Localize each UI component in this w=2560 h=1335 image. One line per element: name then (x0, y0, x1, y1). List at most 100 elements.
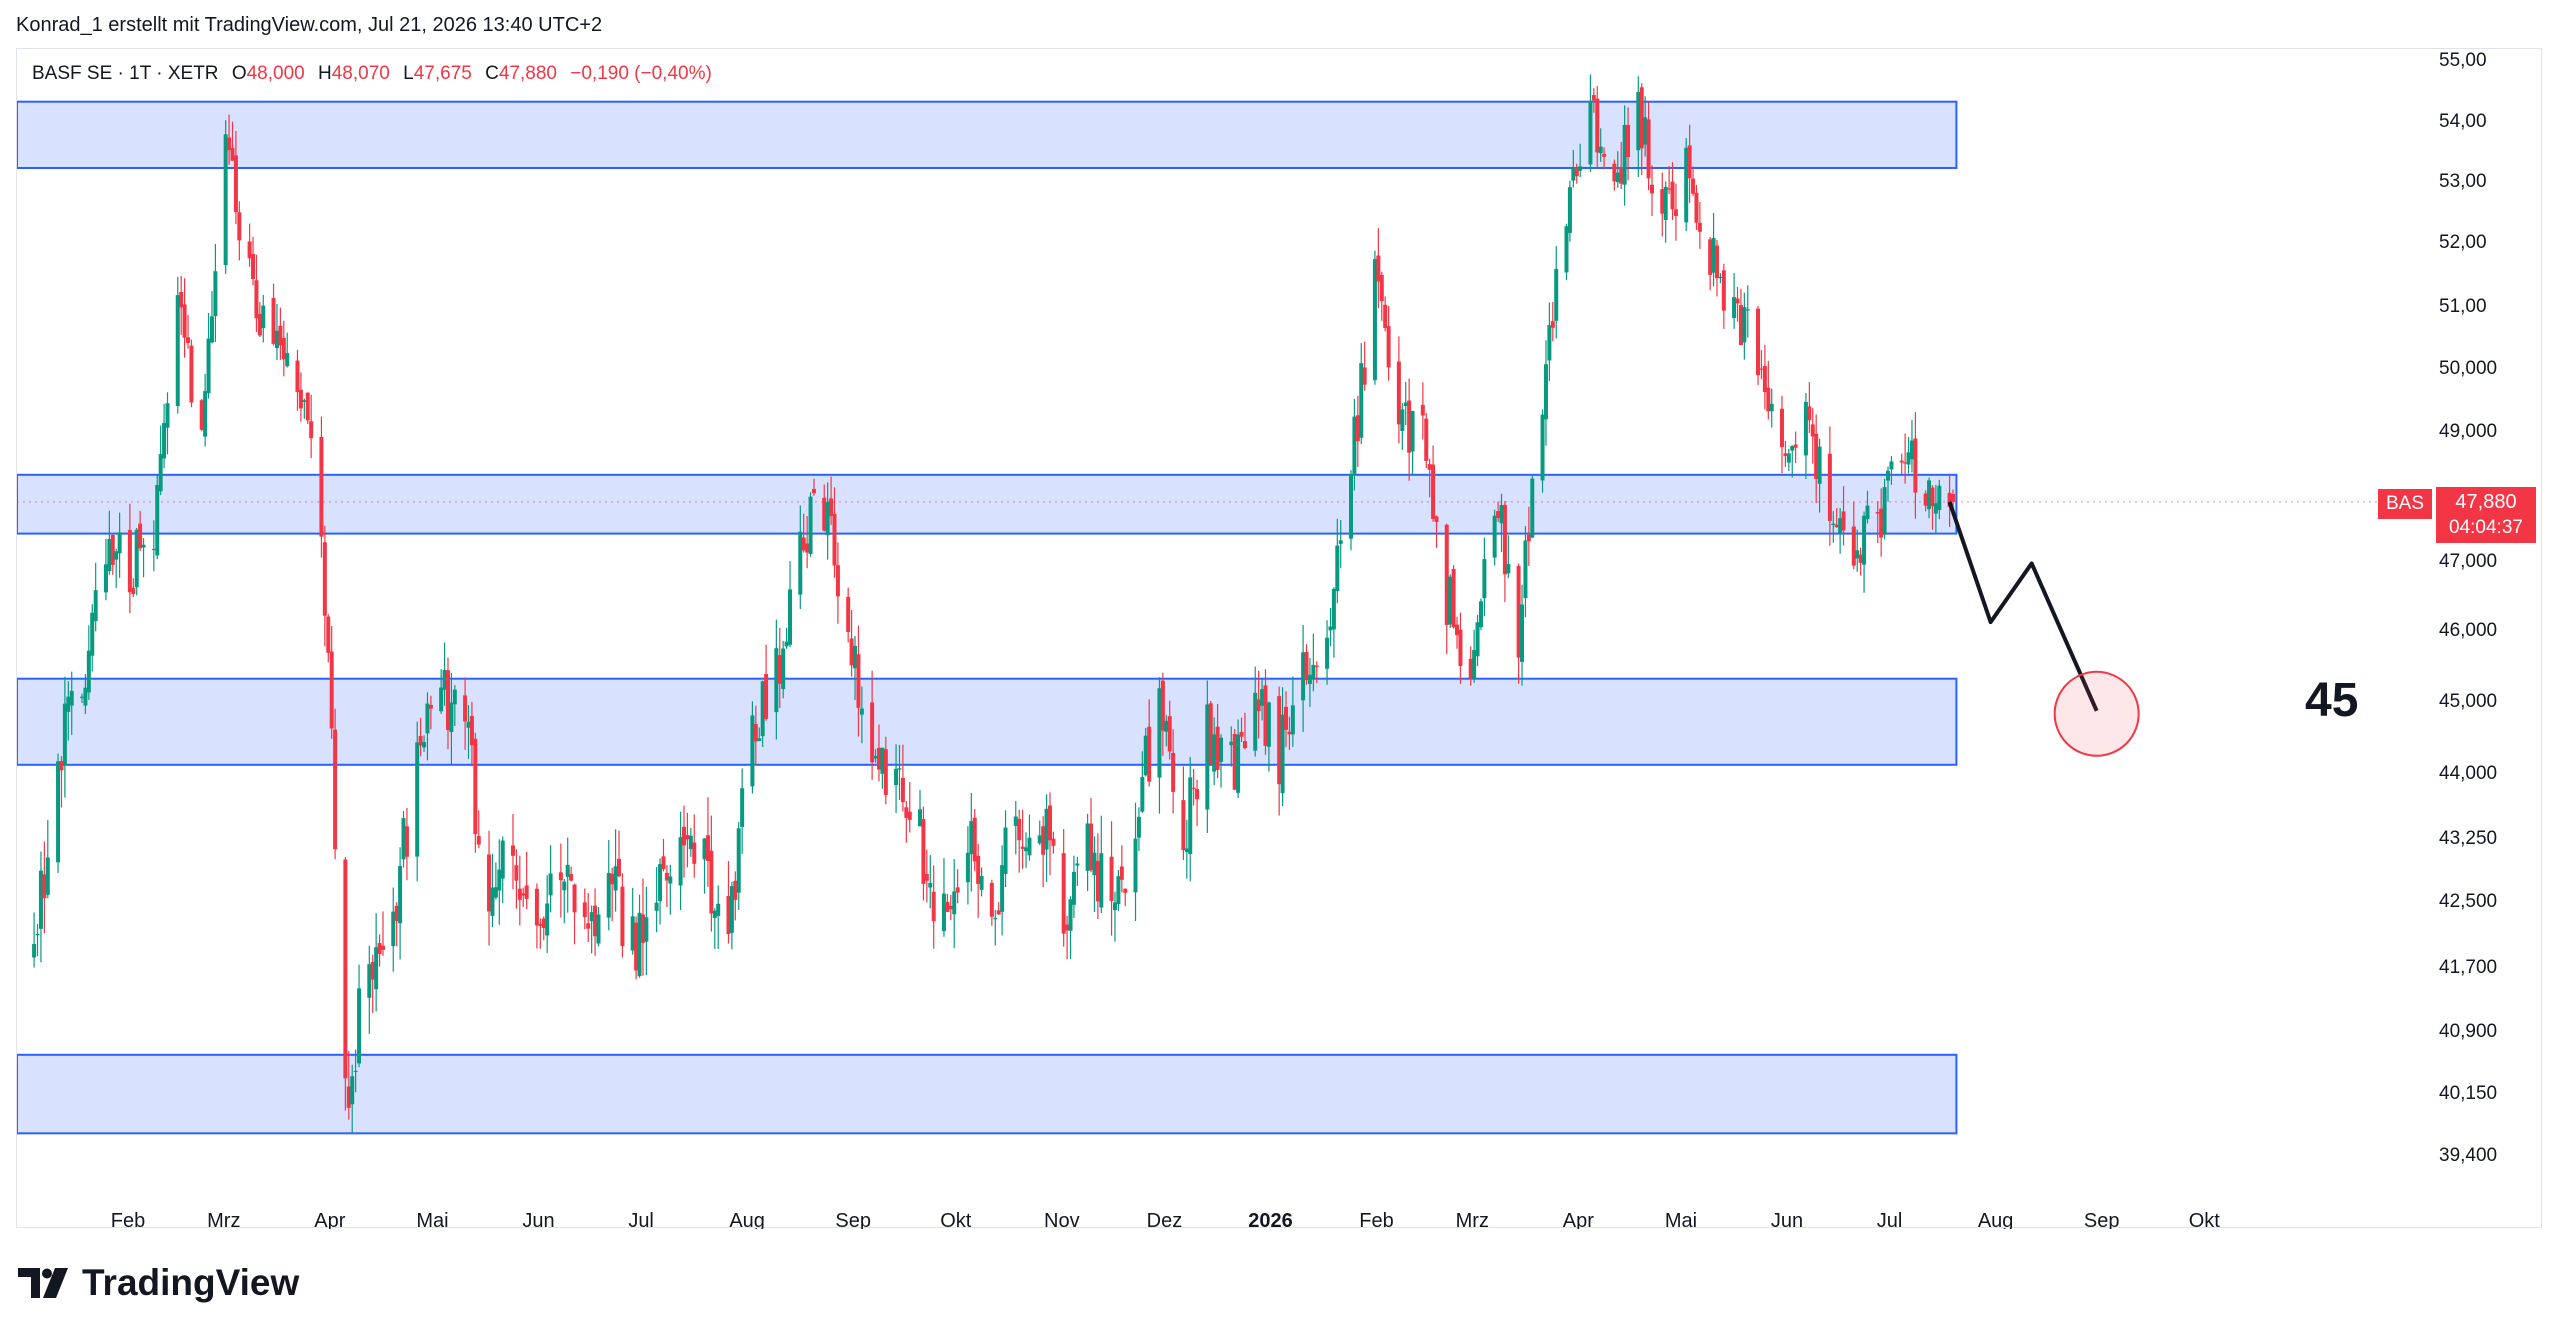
candle-body (688, 835, 693, 850)
candle-body (274, 330, 279, 349)
candle-body (1263, 685, 1268, 746)
candle-body (1865, 505, 1870, 520)
candle-body (1687, 145, 1692, 179)
candle-body (162, 422, 167, 459)
candle-body (209, 316, 214, 343)
x-axis-tick-label: Feb (111, 1210, 145, 1229)
candle-body (1899, 460, 1904, 463)
y-axis-tick-label: 51,00 (2439, 296, 2487, 317)
y-axis-tick-label: 43,250 (2439, 828, 2497, 849)
candle-body (367, 964, 372, 998)
candle-body (1745, 309, 1750, 311)
candle-body (343, 859, 348, 1079)
candle-body (846, 596, 851, 633)
candle-body (38, 870, 43, 929)
candle-body (1089, 823, 1094, 871)
candle-body (1379, 274, 1384, 302)
legend-symbol: BASF SE · 1T · XETR (32, 63, 219, 84)
candle-body (1160, 680, 1165, 731)
legend-close-label: C (485, 63, 499, 84)
y-axis-tick-label: 47,000 (2439, 551, 2497, 572)
candle-body (572, 884, 577, 913)
candle-body (1458, 629, 1463, 666)
candle-body (541, 918, 546, 929)
candle-body (1756, 308, 1761, 376)
candle-body (726, 896, 731, 935)
candle-body (1499, 505, 1504, 524)
candle-body (1047, 805, 1052, 841)
candle-body (969, 821, 974, 855)
candle-body (1420, 404, 1425, 416)
candle-body (593, 905, 598, 937)
candle-body (1195, 789, 1200, 800)
candle-body (213, 271, 218, 317)
candle-body (907, 811, 912, 820)
candle-body (880, 747, 885, 774)
candle-body (103, 564, 108, 593)
candle-body (1502, 504, 1507, 575)
candle-body (1933, 503, 1938, 514)
candle-body (681, 826, 686, 846)
candle-body (1325, 637, 1330, 669)
candle-body (452, 689, 457, 705)
candle-body (1927, 480, 1932, 510)
candle-body (165, 403, 170, 428)
candle-body (740, 788, 745, 827)
candle-body (1735, 298, 1740, 304)
candle-body (305, 392, 310, 421)
candle-body (1171, 752, 1176, 792)
tradingview-brand: TradingView (82, 1262, 300, 1303)
candle-body (569, 874, 574, 881)
candle-body (117, 532, 122, 554)
candle-body (295, 360, 300, 393)
candle-body (524, 885, 529, 899)
candle-body (155, 485, 160, 556)
candle-body (1834, 524, 1839, 528)
tradingview-logo[interactable]: TradingView (18, 1262, 299, 1304)
candle-body (979, 875, 984, 890)
candle-body (1212, 734, 1217, 772)
candle-body (972, 817, 977, 862)
candle-body (712, 910, 717, 918)
chart-frame[interactable]: 55,00 54,00 53,00 52,00 51,00 50,000 49,000 48,… (16, 48, 2543, 1229)
support-resistance-zone (17, 100, 1958, 170)
candle-body (1721, 270, 1726, 311)
candle-body (1290, 705, 1295, 735)
candle-body (86, 650, 91, 693)
candle-body (538, 923, 543, 926)
target-annotation-label: 45 (2305, 674, 2359, 727)
candle-body (1759, 368, 1764, 370)
candle-body-last (1951, 494, 1956, 502)
candle-body (1352, 416, 1357, 474)
candle-body (281, 337, 286, 360)
legend-low-value: 47,675 (413, 63, 472, 84)
candle-body (548, 873, 553, 896)
price-chart[interactable]: 55,00 54,00 53,00 52,00 51,00 50,000 49,000 48,… (17, 49, 2543, 1229)
candle-body (1574, 167, 1579, 177)
y-axis-tick-label: 49,000 (2439, 421, 2497, 442)
candle-body (876, 747, 881, 770)
candle-body (801, 537, 806, 551)
candle-body (377, 943, 382, 955)
candle-body (729, 886, 734, 933)
candle-body (1622, 124, 1627, 185)
candle-body (134, 529, 139, 588)
candle-body (1588, 101, 1593, 165)
candle-body (233, 155, 238, 213)
candle-body (309, 421, 314, 439)
candle-body (565, 864, 570, 877)
candle-body (131, 587, 136, 595)
candle-body (654, 902, 659, 911)
candle-body (1256, 699, 1261, 712)
candle-body (1455, 624, 1460, 636)
candle-body (788, 589, 793, 645)
candle-body (370, 961, 375, 980)
candle-body (1372, 259, 1377, 381)
candle-body (1783, 453, 1788, 456)
candle-body (326, 616, 331, 653)
candle-body (931, 891, 936, 922)
y-axis-tick-label: 41,700 (2439, 957, 2497, 978)
candle-body (811, 488, 816, 494)
candle-body (1041, 826, 1046, 855)
legend-low-label: L (403, 63, 414, 84)
